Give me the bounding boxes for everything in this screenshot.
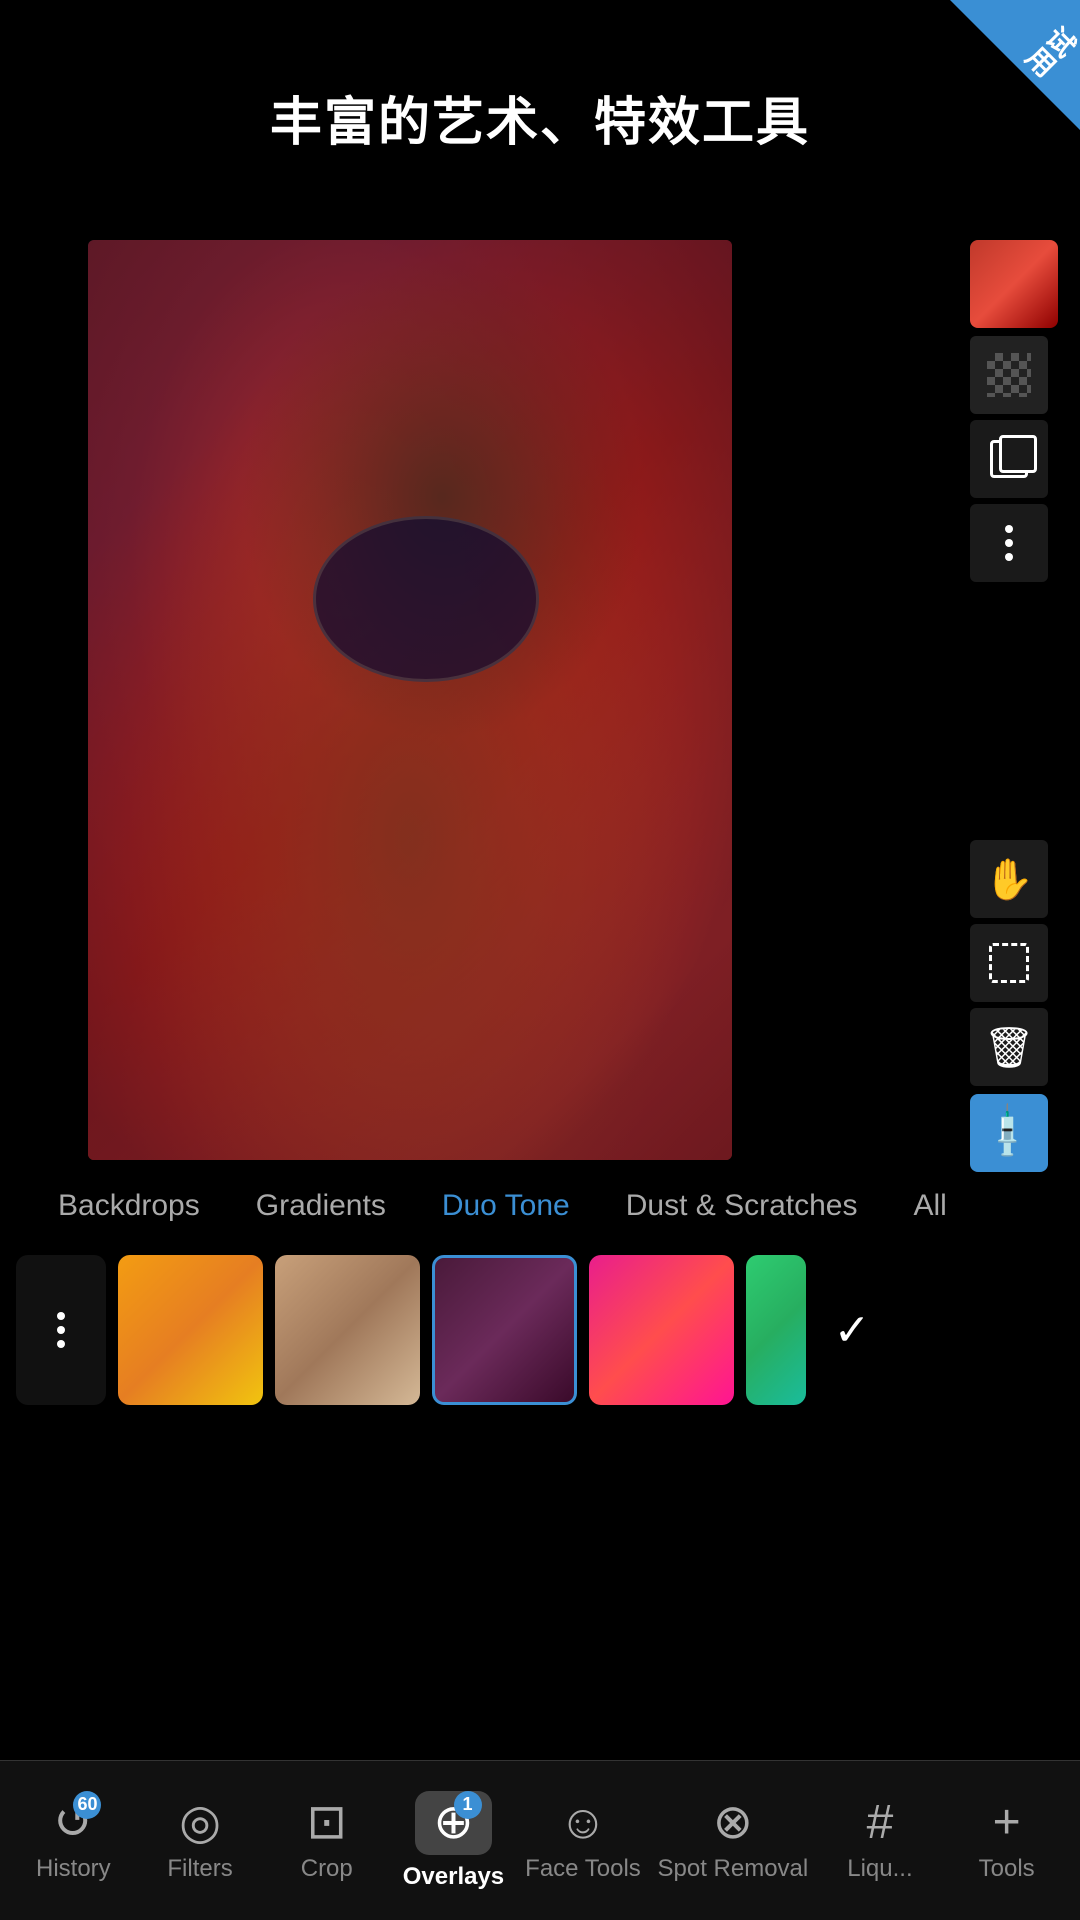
tab-duo-tone[interactable]: Duo Tone [414,1179,598,1233]
swatches-row: ✓ [0,1245,1080,1415]
swatch-dots-menu[interactable] [16,1255,106,1405]
color-swatch-button[interactable] [970,240,1058,328]
history-badge: 60 [73,1791,101,1819]
swatch-green[interactable] [746,1255,806,1405]
checker-icon [987,353,1031,397]
corner-badge-text: 试用 [1016,16,1080,84]
swatch-pink-red[interactable] [589,1255,734,1405]
copy-layer-button[interactable] [970,420,1048,498]
overlays-badge-wrap: ⊕ 1 [433,1799,473,1847]
bottom-nav: ↺ 60 History ◎ Filters ⊡ Crop ⊕ 1 Overla… [0,1760,1080,1920]
tab-backdrops[interactable]: Backdrops [30,1179,228,1233]
filters-icon: ◎ [179,1799,221,1847]
more-options-button[interactable] [970,504,1048,582]
tab-all[interactable]: All [885,1179,974,1233]
nav-item-liquify[interactable]: # Liqu... [825,1799,935,1883]
nav-item-filters[interactable]: ◎ Filters [145,1799,255,1883]
tab-gradients[interactable]: Gradients [228,1179,414,1233]
crop-label: Crop [301,1855,353,1883]
more-icon [1005,525,1013,561]
liquify-icon: # [867,1799,894,1847]
nav-item-crop[interactable]: ⊡ Crop [272,1799,382,1883]
eyedropper-icon: 💉 [977,1101,1042,1166]
swatch-dark-red[interactable] [432,1255,577,1405]
nav-item-overlays[interactable]: ⊕ 1 Overlays [398,1791,508,1891]
nav-item-face-tools[interactable]: ☺ Face Tools [525,1799,641,1883]
right-toolbar-top [970,240,1050,582]
swatch-dots-icon [57,1312,65,1348]
swatch-orange[interactable] [118,1255,263,1405]
tools-icon: + [993,1799,1021,1847]
tab-dust-scratches[interactable]: Dust & Scratches [598,1179,886,1233]
right-toolbar-bottom: ✋ 🗑 💉 [970,840,1050,1172]
spot-removal-icon: ⊗ [713,1799,753,1847]
filters-label: Filters [167,1855,232,1883]
nav-item-history[interactable]: ↺ 60 History [18,1799,128,1883]
crop-icon: ⊡ [307,1799,347,1847]
select-icon [989,943,1029,983]
hand-icon: ✋ [984,856,1034,903]
main-image [88,240,732,1160]
select-tool-button[interactable] [970,924,1048,1002]
delete-button[interactable]: 🗑 [970,1008,1048,1086]
eyedropper-button[interactable]: 💉 [970,1094,1048,1172]
nav-item-spot-removal[interactable]: ⊗ Spot Removal [657,1799,808,1883]
spot-removal-label: Spot Removal [657,1855,808,1883]
liquify-label: Liqu... [847,1855,912,1883]
tools-label: Tools [979,1855,1035,1883]
page-title: 丰富的艺术、特效工具 [0,80,1080,155]
nav-item-tools[interactable]: + Tools [952,1799,1062,1883]
face-tools-icon: ☺ [558,1799,607,1847]
face-tools-label: Face Tools [525,1855,641,1883]
checker-button[interactable] [970,336,1048,414]
history-badge-wrap: ↺ 60 [53,1799,93,1847]
delete-icon: 🗑 [984,1024,1035,1071]
overlays-icon-wrap: ⊕ 1 [415,1791,491,1855]
overlays-label: Overlays [403,1863,504,1891]
swatch-confirm-button[interactable]: ✓ [812,1255,892,1405]
swatch-brown[interactable] [275,1255,420,1405]
history-label: History [36,1855,111,1883]
copy-icon [990,440,1028,478]
overlays-badge: 1 [454,1791,482,1819]
hand-tool-button[interactable]: ✋ [970,840,1048,918]
category-tabs: Backdrops Gradients Duo Tone Dust & Scra… [0,1170,1080,1242]
